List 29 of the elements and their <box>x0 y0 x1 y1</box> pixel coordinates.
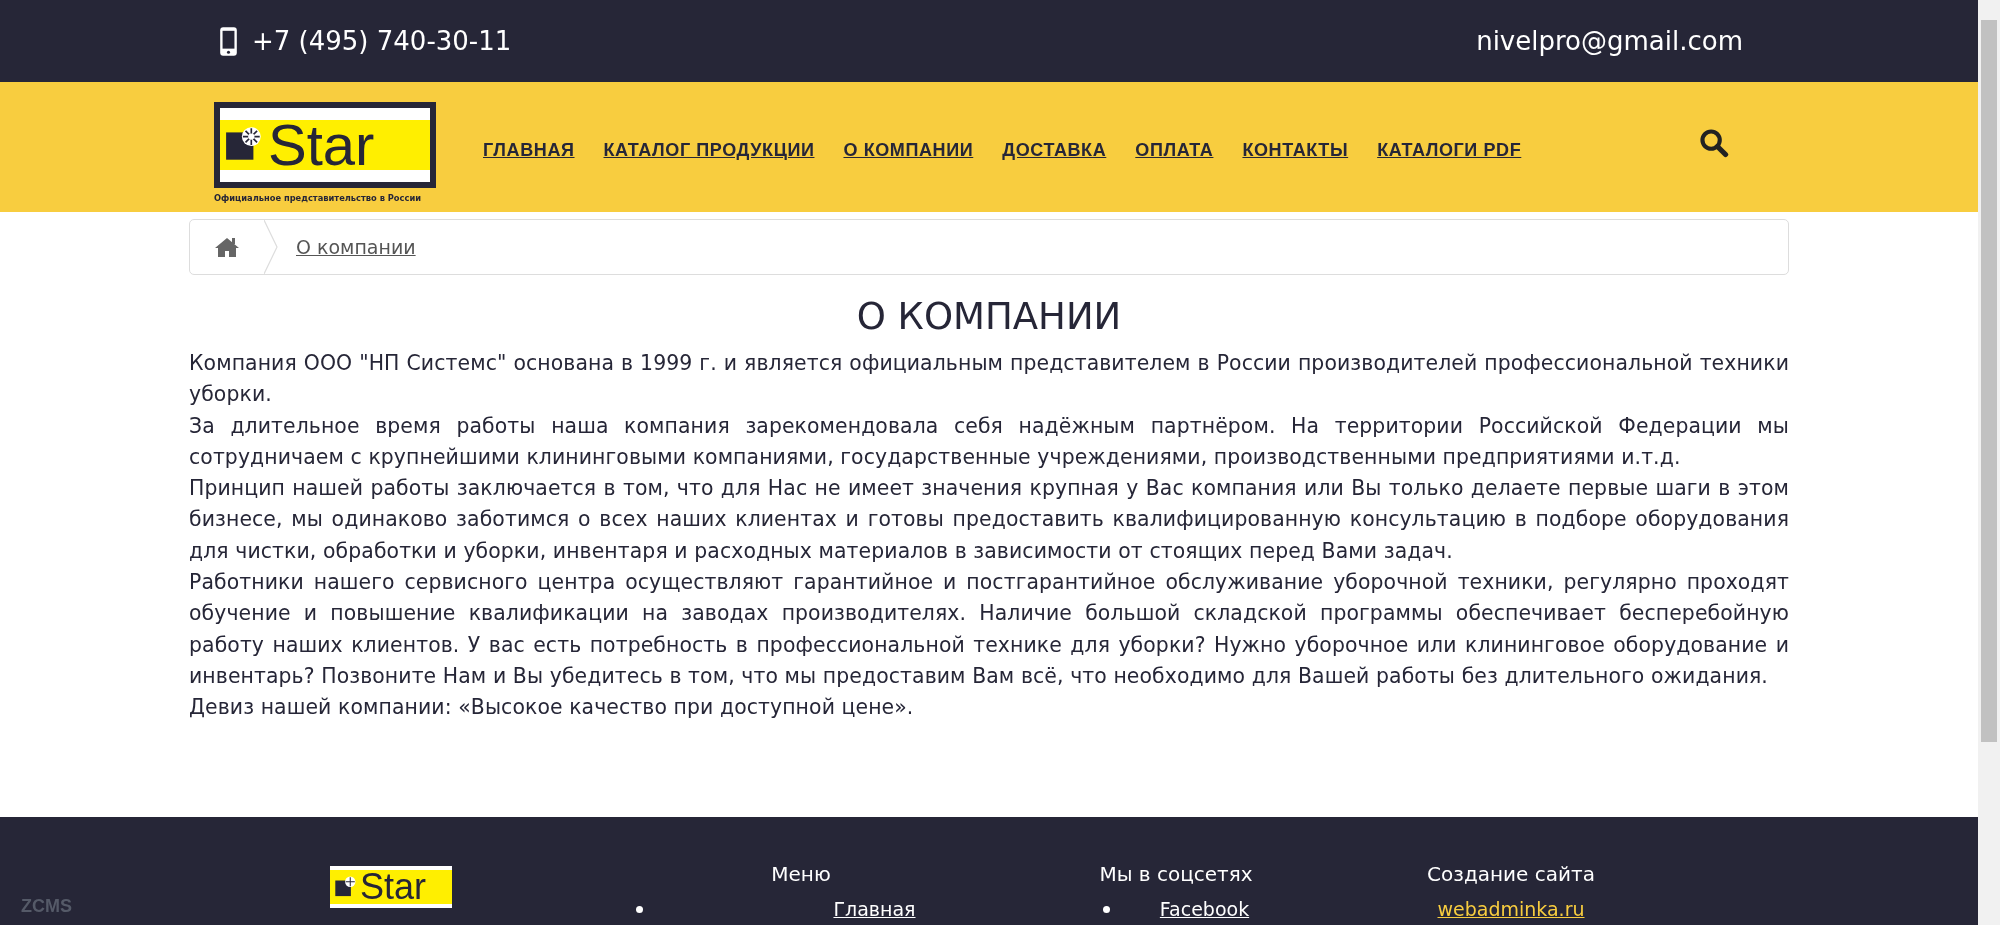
footer-logo[interactable]: Star <box>330 866 452 908</box>
nav-link[interactable]: КОНТАКТЫ <box>1242 139 1349 161</box>
page-title: О КОМПАНИИ <box>855 294 1123 340</box>
scrollbar[interactable] <box>1978 0 2000 925</box>
nav-link[interactable]: КАТАЛОГ ПРОДУКЦИИ <box>603 139 815 161</box>
email-link[interactable]: nivelpro@gmail.com <box>1476 26 1743 56</box>
paragraph: Компания ООО "НП Системс" основана в 1999 г. и является официальным представителем в России производителей профессиональной техники уборки. <box>189 350 1789 409</box>
search-icon[interactable] <box>1699 128 1729 158</box>
nav-link[interactable]: О КОМПАНИИ <box>843 139 974 161</box>
nav-link[interactable]: ОПЛАТА <box>1135 139 1214 161</box>
paragraph: Девиз нашей компании: «Высокое качество при доступной цене». <box>189 694 915 722</box>
phone-icon <box>219 25 238 57</box>
paragraph: За длительное время работы наша компания зарекомендовала себя надёжным партнёром. На территории Российской Федерации мы сотрудничаем с крупнейшими клининговыми компаниями, государственные учреждениями, производственными предприятиями и.т.д. <box>189 412 1789 471</box>
phone-number[interactable]: +7 (495) 740-30-11 <box>252 26 512 56</box>
nav-link[interactable]: ДОСТАВКА <box>1002 139 1107 161</box>
footer-link[interactable]: webadminka.ru <box>1437 898 1585 920</box>
nav-link[interactable]: ГЛАВНАЯ <box>483 139 575 161</box>
footer-heading: Мы в соцсетях <box>1099 862 1253 886</box>
nav-link[interactable]: КАТАЛОГИ PDF <box>1377 139 1522 161</box>
breadcrumb-link[interactable]: О компании <box>296 236 416 258</box>
home-icon[interactable] <box>214 236 240 258</box>
footer-heading: Создание сайта <box>1427 862 1595 886</box>
bullet-icon <box>636 905 644 913</box>
paragraph: Работники нашего сервисного центра осуществляют гарантийное и постгарантийное обслуживание уборочной техники, регулярно проходят обучение и повышение квалификации на заводах производителях. Наличие большой складской программы обеспечивает бесперебойную работу наших клиентов. У вас есть потребность в профессиональной технике для уборки? Нужно уборочное или клининговое оборудование и инвентарь? Позвоните Нам и Вы убедитесь в том, что мы предоставим Вам всё, что необходимо для Вашей работы без длительного ожидания. <box>189 569 1789 690</box>
footer-heading: Меню <box>771 862 831 886</box>
footer-link[interactable]: Главная <box>833 898 916 920</box>
paragraph: Принцип нашей работы заключается в том, что для Нас не имеет значения крупная у Вас компания или Вы только делаете первые шаги в этом бизнесе, мы одинаково заботимся о всех наших клиентах и готовы предоставить квалифицированную консультацию в подборе оборудования для чистки, обработки и уборки, инвентаря и расходных материалов в зависимости от стоящих перед Вами задач. <box>189 475 1789 565</box>
footer-link[interactable]: Facebook <box>1159 898 1250 920</box>
bullet-icon <box>1102 905 1110 913</box>
